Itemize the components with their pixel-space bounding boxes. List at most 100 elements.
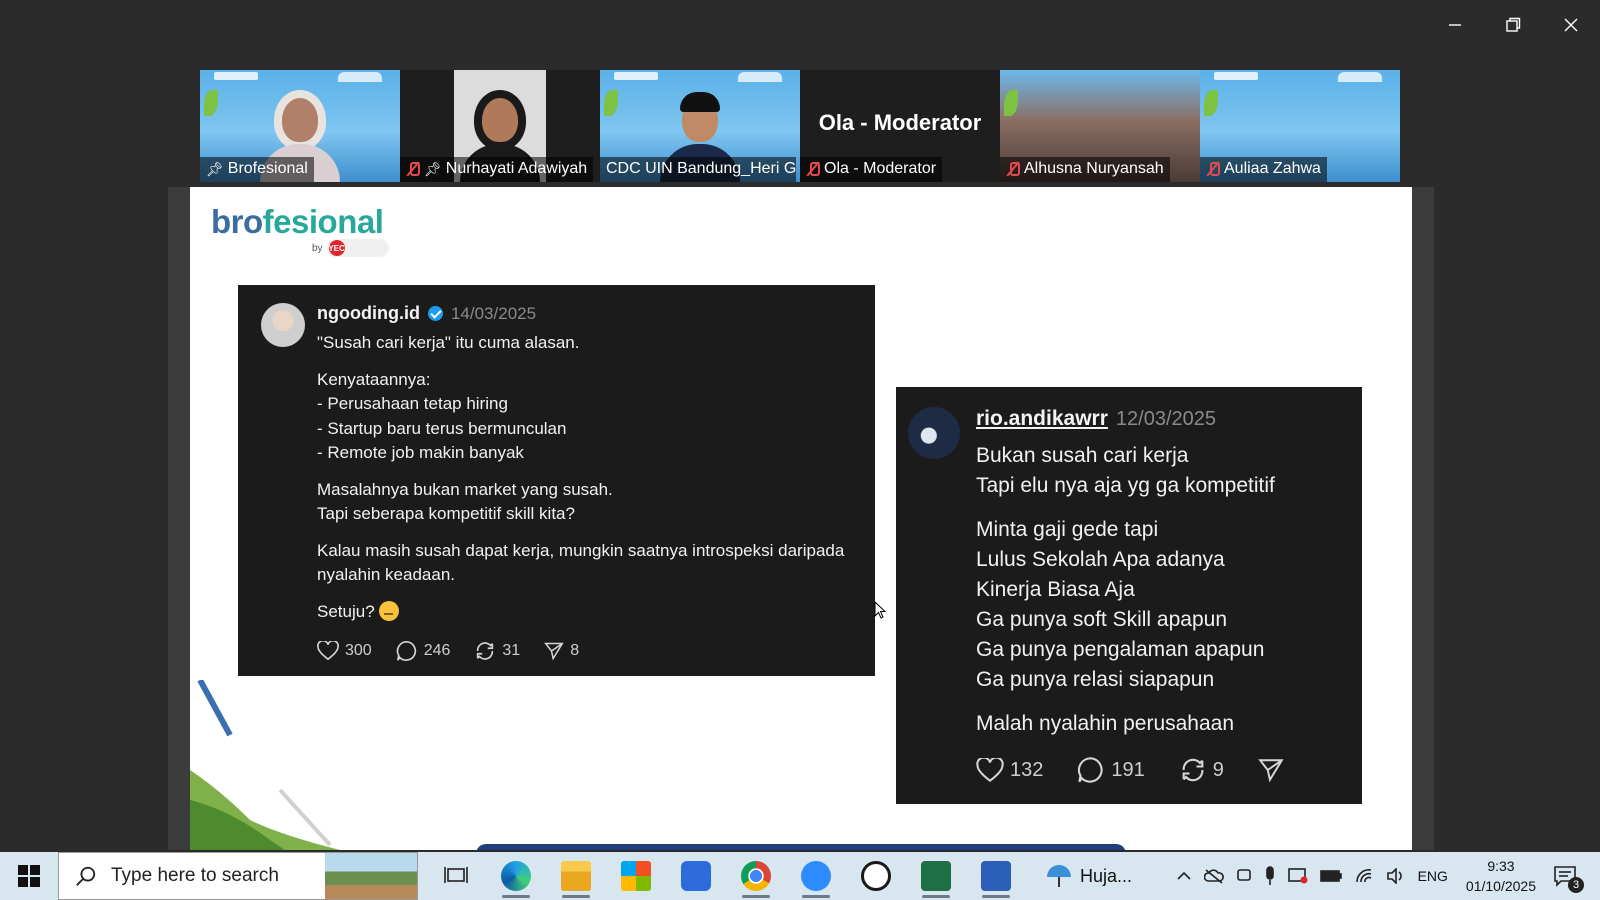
post-actions: 132 191 9	[976, 756, 1284, 784]
participant-label: 📌︎ Nurhayati Adawiyah	[400, 157, 594, 182]
banner-decoration	[214, 72, 258, 80]
repost-icon	[477, 642, 494, 660]
minimize-icon	[1449, 24, 1461, 26]
window-controls	[1426, 0, 1600, 50]
repost-icon	[1182, 758, 1204, 782]
store-app[interactable]	[606, 852, 666, 900]
word-app[interactable]	[966, 852, 1026, 900]
chevron-up-icon[interactable]	[1176, 868, 1192, 884]
clock-time: 9:33	[1487, 858, 1515, 874]
rain-umbrella-icon	[1047, 865, 1071, 887]
restore-icon	[1506, 17, 1521, 32]
mic-off-icon	[1206, 161, 1220, 177]
participant-tile[interactable]: Alhusna Nuryansah	[1000, 70, 1200, 182]
post-actions: 300 246 31 8	[317, 640, 579, 662]
task-view-icon	[444, 867, 468, 883]
wifi-icon[interactable]	[1354, 868, 1374, 884]
search-icon	[76, 866, 96, 886]
participant-label: Auliaa Zahwa	[1200, 157, 1327, 182]
weather-widget[interactable]: Huja...	[1044, 861, 1132, 891]
start-button[interactable]	[0, 852, 58, 900]
participant-name: CDC UIN Bandung_Heri G...	[606, 160, 796, 177]
taskbar: Type here to search Huja... ENG 9:33 01/…	[0, 852, 1600, 900]
edge-app[interactable]	[486, 852, 546, 900]
edge-icon	[501, 861, 531, 891]
task-view-button[interactable]	[426, 852, 486, 900]
close-button[interactable]	[1542, 0, 1600, 50]
folder-icon	[561, 861, 591, 891]
like-button[interactable]: 132	[976, 757, 1043, 783]
zoom-app[interactable]	[786, 852, 846, 900]
participant-tile[interactable]: Ola - Moderator Ola - Moderator	[800, 70, 1000, 182]
excel-app[interactable]	[906, 852, 966, 900]
system-tray: ENG	[1176, 866, 1448, 886]
participant-name: Alhusna Nuryansah	[1024, 160, 1164, 177]
participant-name: Auliaa Zahwa	[1224, 160, 1321, 177]
thinking-face-icon	[378, 600, 399, 621]
participant-tile[interactable]: 📌︎ Nurhayati Adawiyah	[400, 70, 600, 182]
screen-record-icon[interactable]	[1287, 867, 1308, 885]
comment-button[interactable]: 191	[1077, 756, 1145, 784]
meet-now-icon[interactable]	[1236, 867, 1252, 885]
minimize-button[interactable]	[1426, 0, 1484, 50]
whatsapp-app[interactable]	[846, 852, 906, 900]
logo-byline: by YEC	[312, 239, 389, 257]
banner-decoration	[1338, 72, 1382, 82]
participant-tile[interactable]: CDC UIN Bandung_Heri G...	[600, 70, 800, 182]
participant-tile[interactable]: Auliaa Zahwa	[1200, 70, 1400, 182]
participant-tile[interactable]: 📌︎ Brofesional	[200, 70, 400, 182]
notes-icon	[681, 861, 711, 891]
send-icon	[1258, 759, 1284, 783]
participant-name: Nurhayati Adawiyah	[445, 160, 588, 177]
comment-button[interactable]: 246	[396, 640, 450, 662]
avatar	[908, 407, 960, 459]
notification-badge: 3	[1568, 877, 1584, 893]
file-explorer-app[interactable]	[546, 852, 606, 900]
banner-decoration	[614, 72, 658, 80]
taskbar-apps	[426, 852, 1026, 900]
pin-icon: 📌︎	[206, 160, 224, 177]
comment-icon	[396, 641, 416, 661]
notes-app[interactable]	[666, 852, 726, 900]
mouse-cursor-icon	[874, 601, 886, 619]
clock[interactable]: 9:33 01/10/2025	[1466, 856, 1536, 896]
share-button[interactable]	[1258, 757, 1284, 783]
participant-label: 📌︎ Brofesional	[200, 157, 314, 182]
participant-label: Ola - Moderator	[800, 157, 943, 182]
excel-icon	[921, 861, 951, 891]
clock-date: 01/10/2025	[1465, 878, 1536, 894]
onedrive-icon[interactable]	[1203, 868, 1224, 884]
participant-display-name: Ola - Moderator	[818, 110, 982, 135]
repost-button[interactable]: 9	[1179, 756, 1224, 784]
mic-off-icon	[1006, 161, 1020, 177]
post-username: ngooding.id	[317, 303, 420, 323]
avatar	[261, 303, 305, 347]
restore-button[interactable]	[1484, 0, 1542, 50]
language-indicator[interactable]: ENG	[1418, 868, 1448, 884]
repost-button[interactable]: 31	[474, 640, 520, 662]
battery-icon[interactable]	[1319, 869, 1342, 883]
microphone-icon[interactable]	[1264, 866, 1276, 886]
post-date: 12/03/2025	[1115, 408, 1216, 430]
participant-label: CDC UIN Bandung_Heri G...	[600, 157, 796, 182]
chrome-app[interactable]	[726, 852, 786, 900]
brofesional-logo: brofesional	[211, 203, 384, 240]
search-highlight-image	[325, 853, 417, 899]
windows-logo-icon	[18, 865, 40, 887]
mic-off-icon	[806, 161, 820, 177]
logo-o-icon: o	[317, 203, 338, 240]
like-button[interactable]: 300	[317, 641, 372, 661]
chrome-icon	[741, 861, 771, 891]
share-button[interactable]: 8	[544, 641, 579, 661]
post-date: 14/03/2025	[450, 304, 537, 323]
taskbar-search[interactable]: Type here to search	[58, 852, 418, 900]
close-icon	[1564, 18, 1578, 32]
weather-text: Huja...	[1080, 865, 1133, 886]
post-username: rio.andikawrr	[976, 407, 1108, 430]
grass-decoration-icon	[190, 680, 340, 850]
notification-button[interactable]: 3	[1550, 861, 1584, 893]
volume-icon[interactable]	[1386, 868, 1406, 884]
banner-decoration	[338, 72, 382, 82]
zoom-icon	[801, 861, 831, 891]
yec-badge: YEC	[326, 239, 389, 257]
